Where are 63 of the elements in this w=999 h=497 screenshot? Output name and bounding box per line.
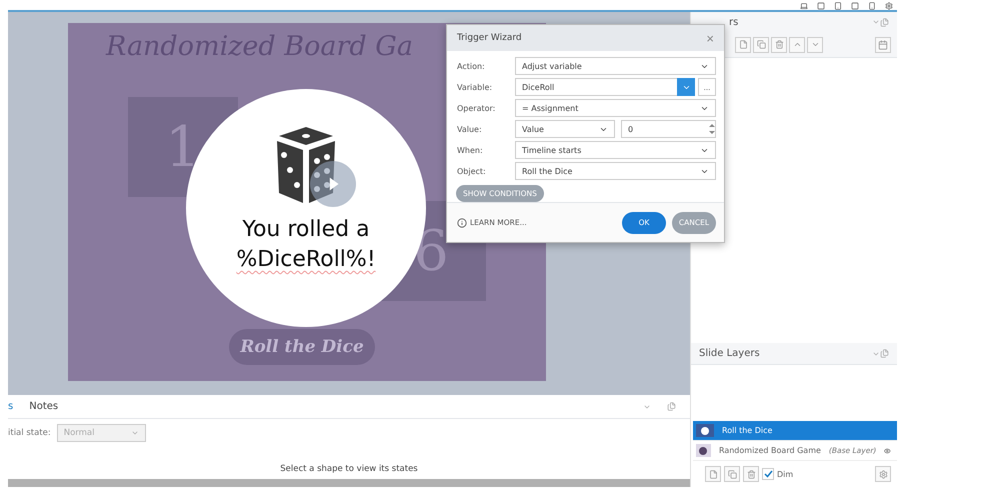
panel-title: rs [729, 16, 738, 28]
float-icon[interactable] [667, 402, 676, 411]
toolbar-button[interactable] [753, 36, 769, 52]
toolbar-button[interactable] [789, 36, 805, 52]
toolbar-icon[interactable] [885, 2, 893, 10]
dropdown-arrow-button[interactable] [677, 78, 695, 96]
toolbar-button[interactable] [735, 36, 751, 52]
play-icon[interactable] [310, 161, 356, 207]
toolbar-icon[interactable] [800, 2, 808, 10]
info-icon [457, 218, 467, 228]
toolbar-icon[interactable] [868, 2, 876, 10]
toolbar-icon[interactable] [817, 2, 825, 10]
popup-text: %DiceRoll%! [236, 246, 376, 274]
panel-title: Slide Layers [699, 348, 761, 359]
toolbar-button[interactable] [743, 466, 759, 482]
field-label: Variable: [457, 82, 494, 92]
layer-thumbnail [696, 424, 714, 437]
caret-icon [130, 429, 139, 437]
field-label: Operator: [457, 104, 496, 112]
eye-icon[interactable] [884, 446, 891, 454]
toolbar-button[interactable] [724, 466, 740, 482]
calendar-icon [878, 40, 888, 50]
field-label: itial state: [8, 428, 51, 438]
empty-message: Select a shape to view its states [280, 464, 418, 474]
dropdown[interactable]: Timeline starts [515, 141, 716, 159]
dropdown[interactable]: Adjust variable [515, 57, 716, 75]
settings-button[interactable] [875, 466, 891, 482]
field-label: Action: [457, 62, 486, 70]
dim-label: Dim [777, 470, 794, 478]
float-icon[interactable] [880, 18, 889, 26]
spinner-icon[interactable] [709, 123, 715, 135]
trash-icon [746, 470, 756, 478]
field-label: Value: [457, 124, 483, 134]
copy-icon [728, 470, 736, 478]
dropdown-icon[interactable] [872, 18, 880, 26]
field-label: When: [457, 146, 484, 154]
layer-item[interactable]: Roll the Dice [693, 421, 897, 441]
number-field[interactable]: 0 [621, 120, 716, 138]
calendar-button[interactable] [875, 36, 891, 52]
trash-icon [774, 40, 784, 49]
dim-checkbox[interactable] [762, 468, 774, 480]
copy-icon [756, 40, 766, 49]
more-button[interactable]: ... [698, 78, 716, 96]
field-label: Object: [457, 166, 487, 176]
popup-text: You rolled a [242, 216, 370, 244]
dropdown[interactable]: Roll the Dice [515, 162, 716, 180]
toolbar-button[interactable] [771, 36, 787, 52]
settings-icon [878, 470, 888, 478]
dropdown[interactable]: = Assignment [515, 99, 716, 117]
toolbar-icon[interactable] [834, 2, 842, 10]
page-icon [708, 470, 718, 478]
layer-thumbnail [696, 444, 711, 457]
panel-tab[interactable]: s [8, 401, 14, 412]
toolbar-button[interactable] [807, 36, 823, 52]
toolbar-button[interactable] [705, 466, 721, 482]
float-icon[interactable] [880, 349, 889, 358]
page-icon [738, 40, 748, 49]
dice-icon [275, 125, 337, 205]
value-type-dropdown[interactable]: Value [515, 120, 615, 138]
panel-tab[interactable]: Notes [29, 401, 58, 412]
toolbar-icon[interactable] [851, 2, 859, 10]
variable-dropdown[interactable]: DiceRoll [515, 78, 678, 96]
dialog-title: Trigger Wizard [457, 33, 522, 43]
